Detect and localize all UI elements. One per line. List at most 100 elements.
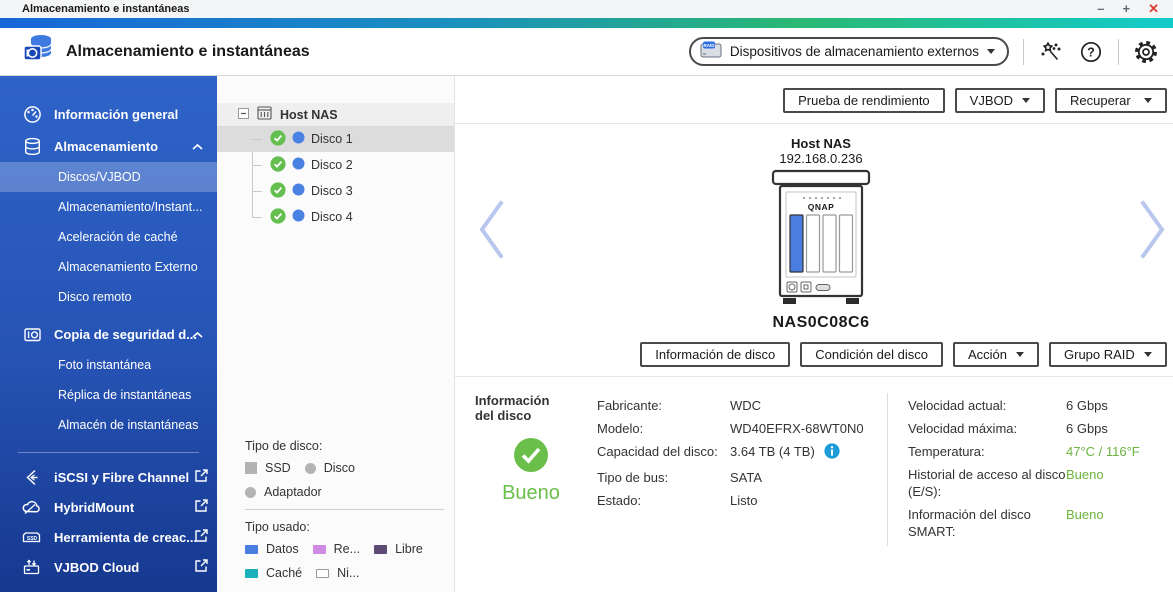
tree-root-label: Host NAS — [280, 107, 338, 122]
nas-ip: 192.168.0.236 — [779, 151, 863, 166]
page-title: Almacenamiento e instantáneas — [66, 42, 310, 60]
field-velocidad-maxima: Velocidad máxima: 6 Gbps — [908, 420, 1173, 437]
carousel-prev-icon[interactable] — [477, 199, 507, 266]
sidebar-item-label: iSCSI y Fibre Channel — [54, 469, 190, 485]
recover-dropdown-button[interactable]: Recuperar — [1055, 88, 1167, 113]
legend-label: Ni... — [337, 566, 360, 580]
sidebar-item-label: Aceleración de caché — [58, 230, 178, 244]
sidebar-item-herramienta-creacion[interactable]: SSD Herramienta de creac... — [0, 522, 217, 552]
settings-gear-icon[interactable] — [1133, 39, 1159, 65]
sidebar-item-almacenamiento-externo[interactable]: Almacenamiento Externo — [0, 252, 217, 282]
legend-label: SSD — [265, 461, 291, 475]
chevron-up-icon[interactable] — [192, 139, 203, 154]
raid-device-icon: RAID — [700, 41, 722, 63]
sidebar-item-disco-remoto[interactable]: Disco remoto — [0, 282, 217, 312]
sidebar-item-vjbod-cloud[interactable]: VJBOD Cloud — [0, 552, 217, 582]
chevron-up-icon[interactable] — [192, 327, 203, 342]
sidebar-item-label: VJBOD Cloud — [54, 559, 140, 575]
action-label: Acción — [967, 347, 1007, 362]
used-type-legend-title: Tipo usado: — [245, 520, 310, 534]
tree-item-disco-3[interactable]: Disco 3 — [217, 178, 454, 204]
field-label: Velocidad actual: — [908, 398, 1007, 413]
sidebar-item-label: HybridMount — [54, 499, 135, 515]
raid-group-dropdown-button[interactable]: Grupo RAID — [1049, 342, 1167, 367]
disk-information-label: Información de disco — [655, 347, 776, 362]
sidebar-item-almacenamiento[interactable]: Almacenamiento — [0, 130, 217, 162]
carousel-next-icon[interactable] — [1137, 199, 1167, 266]
sidebar-item-label: Almacenamiento/Instant... — [58, 200, 203, 214]
field-label: Historial de acceso al disco (E/S): — [908, 467, 1066, 499]
legend-label: Disco — [323, 461, 355, 475]
minimize-button[interactable]: – — [1097, 2, 1104, 16]
collapse-minus-icon[interactable] — [238, 107, 249, 122]
status-badge: Bueno — [502, 482, 560, 504]
field-label: Estado: — [597, 493, 642, 508]
sidebar-item-replica-instantaneas[interactable]: Réplica de instantáneas — [0, 380, 217, 410]
external-storage-devices-dropdown[interactable]: RAID Dispositivos de almacenamiento exte… — [688, 37, 1009, 66]
tree-item-label: Disco 3 — [311, 184, 353, 198]
disk-dot-icon — [292, 131, 305, 147]
nas-unit-icon — [257, 106, 272, 123]
raid-group-label: Grupo RAID — [1064, 347, 1135, 362]
cache-swatch — [245, 568, 258, 578]
ssd-icon: SSD — [22, 527, 42, 547]
adaptador-swatch — [245, 486, 256, 498]
help-icon[interactable]: ? — [1078, 39, 1104, 65]
maximize-button[interactable]: + — [1123, 2, 1131, 16]
sidebar-item-informacion-general[interactable]: Información general — [0, 98, 217, 130]
field-label: Velocidad máxima: — [908, 421, 1018, 436]
legend-divider — [245, 509, 444, 510]
status-good-icon — [270, 207, 286, 227]
performance-test-button[interactable]: Prueba de rendimiento — [783, 88, 945, 113]
tree-item-disco-1[interactable]: Disco 1 — [217, 126, 454, 152]
sidebar-item-label: Información general — [54, 106, 179, 122]
disk-type-legend-title: Tipo de disco: — [245, 439, 323, 453]
database-icon — [22, 136, 42, 156]
disk-information-button[interactable]: Información de disco — [640, 342, 791, 367]
tree-item-host-nas[interactable]: Host NAS — [217, 103, 454, 126]
sidebar-item-discos-vjbod[interactable]: Discos/VJBOD — [0, 162, 217, 192]
device-tree-panel: Host NAS Disco 1 Disco 2 Disco 3 Disco 4… — [217, 76, 455, 592]
wizard-wand-icon[interactable] — [1038, 39, 1064, 65]
sidebar-item-label: Herramienta de creac... — [54, 529, 198, 545]
field-label: Temperatura: — [908, 444, 985, 459]
tree-item-disco-2[interactable]: Disco 2 — [217, 152, 454, 178]
action-dropdown-button[interactable]: Acción — [952, 342, 1039, 367]
window-titlebar: Almacenamiento e instantáneas – + ✕ — [0, 0, 1173, 18]
field-historial-acceso: Historial de acceso al disco (E/S): Buen… — [908, 466, 1173, 500]
disk-dot-icon — [292, 183, 305, 199]
tree-item-label: Disco 2 — [311, 158, 353, 172]
nas-enclosure[interactable]: Host NAS 192.168.0.236 QNAP NAS0C08C6 — [771, 124, 871, 332]
sidebar-item-hybridmount[interactable]: HybridMount — [0, 492, 217, 522]
external-link-icon — [195, 529, 208, 545]
field-value: Listo — [730, 493, 758, 508]
tree-item-disco-4[interactable]: Disco 4 — [217, 204, 454, 230]
main-content: Prueba de rendimiento VJBOD Recuperar Ho… — [455, 76, 1173, 592]
sidebar-item-iscsi-fibre-channel[interactable]: iSCSI y Fibre Channel — [0, 462, 217, 492]
sidebar-item-label: Discos/VJBOD — [58, 170, 141, 184]
info-icon[interactable] — [824, 443, 840, 463]
svg-text:QNAP: QNAP — [808, 202, 835, 212]
status-good-icon — [270, 129, 286, 149]
disk-info-section: Información del disco Bueno Fabricante: … — [455, 377, 1173, 546]
legend-label: Re... — [333, 542, 361, 556]
sidebar-item-copia-seguridad[interactable]: Copia de seguridad d... — [0, 318, 217, 350]
svg-text:SSD: SSD — [27, 535, 38, 541]
performance-test-label: Prueba de rendimiento — [798, 93, 930, 108]
caret-down-icon — [1022, 98, 1030, 103]
sidebar-item-almacen-instantaneas[interactable]: Almacén de instantáneas — [0, 410, 217, 440]
svg-text:RAID: RAID — [703, 42, 715, 47]
vjbod-dropdown-button[interactable]: VJBOD — [954, 88, 1045, 113]
field-modelo: Modelo: WD40EFRX-68WT0N0 — [597, 420, 887, 437]
disk-health-button[interactable]: Condición del disco — [800, 342, 943, 367]
snapshot-icon — [22, 324, 42, 344]
close-button[interactable]: ✕ — [1148, 2, 1159, 16]
external-link-icon — [195, 469, 208, 485]
field-value: 6 Gbps — [1066, 398, 1108, 413]
sidebar-item-foto-instantanea[interactable]: Foto instantánea — [0, 350, 217, 380]
tree-item-label: Disco 4 — [311, 210, 353, 224]
sidebar-item-almacenamiento-instantaneas[interactable]: Almacenamiento/Instant... — [0, 192, 217, 222]
enclosure-carousel: Host NAS 192.168.0.236 QNAP NAS0C08C6 — [455, 124, 1173, 340]
libre-swatch — [374, 544, 388, 554]
sidebar-item-aceleracion-cache[interactable]: Aceleración de caché — [0, 222, 217, 252]
